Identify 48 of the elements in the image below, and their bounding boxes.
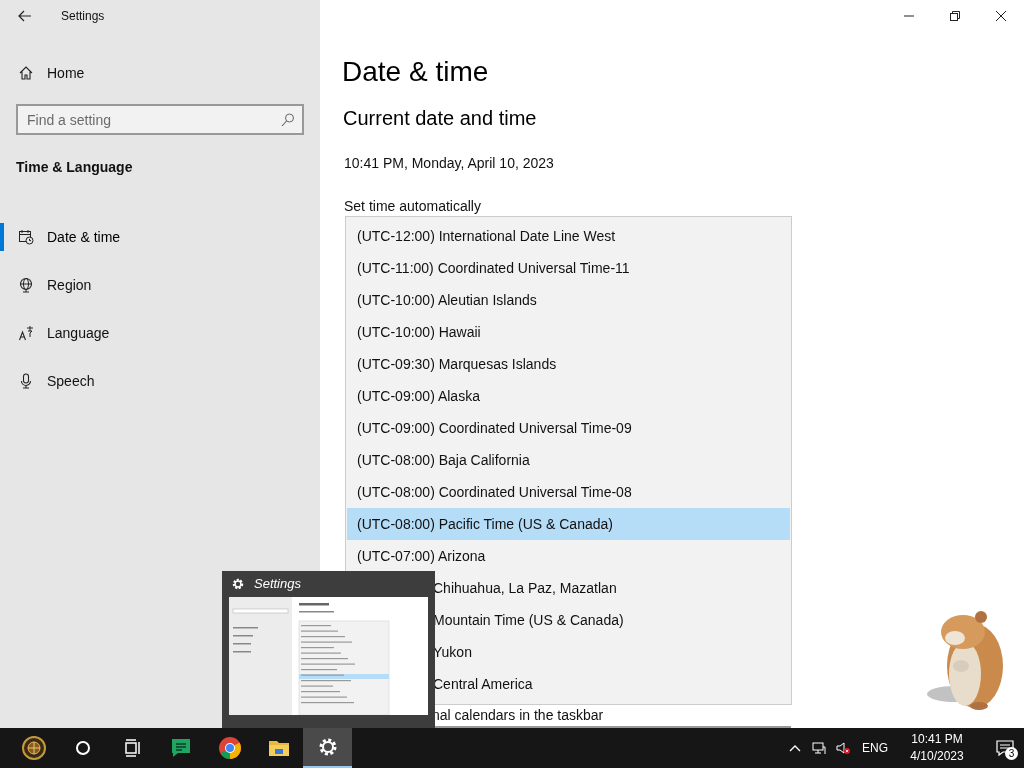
globe-icon (18, 277, 34, 293)
clock-time: 10:41 PM (911, 731, 963, 748)
timezone-option[interactable]: (UTC-09:00) Alaska (347, 380, 790, 412)
timezone-option[interactable]: (UTC-08:00) Coordinated Universal Time-08 (347, 476, 790, 508)
notification-icon (996, 739, 1014, 757)
nav-item[interactable]: Speech (0, 357, 320, 405)
notification-button[interactable]: 3 (986, 728, 1024, 768)
taskbar-thumbnail-popup[interactable]: Settings (222, 571, 435, 728)
back-arrow-icon (16, 9, 32, 23)
home-nav-item[interactable]: Home (0, 57, 320, 89)
microphone-icon (18, 373, 34, 389)
section-title: Current date and time (342, 106, 538, 131)
gear-icon (231, 576, 245, 591)
setting-label: Set time automatically (343, 197, 482, 215)
nav-item[interactable]: Region (0, 261, 320, 309)
search-icon (280, 112, 295, 127)
clock-button[interactable]: 10:41 PM 4/10/2023 (900, 728, 974, 768)
timezone-option[interactable]: (UTC-11:00) Coordinated Universal Time-11 (347, 252, 790, 284)
timezone-option[interactable]: (UTC-08:00) Baja California (347, 444, 790, 476)
nav-item[interactable]: Date & time (0, 213, 320, 261)
section-heading: Time & Language (15, 158, 134, 177)
timezone-option[interactable]: (UTC-12:00) International Date Line West (347, 220, 790, 252)
browser-icon (217, 736, 242, 760)
timezone-option[interactable]: (UTC-07:00) Arizona (347, 540, 790, 572)
nav-item[interactable]: Language (0, 309, 320, 357)
timezone-option[interactable]: (UTC-08:00) Pacific Time (US & Canada) (347, 508, 790, 540)
timezone-option[interactable]: (UTC-10:00) Aleutian Islands (347, 284, 790, 316)
muted-speaker-icon (836, 741, 850, 755)
timezone-option[interactable]: (UTC-09:00) Coordinated Universal Time-09 (347, 412, 790, 444)
calendar-clock-icon (18, 229, 34, 245)
timezone-option[interactable]: (UTC-09:30) Marquesas Islands (347, 348, 790, 380)
maximize-icon (950, 11, 960, 21)
window-title: Settings (61, 8, 105, 25)
language-icon (18, 325, 34, 341)
home-icon (18, 65, 34, 81)
notification-count-badge: 3 (1005, 747, 1018, 760)
close-icon (996, 11, 1006, 21)
search-field[interactable]: Find a setting (16, 104, 304, 135)
page-title: Date & time (342, 55, 489, 89)
network-icon (812, 741, 826, 755)
current-datetime: 10:41 PM, Monday, April 10, 2023 (343, 154, 555, 172)
back-button[interactable] (16, 8, 32, 24)
clock-date: 4/10/2023 (910, 748, 964, 765)
taskbar-button[interactable] (303, 728, 352, 768)
timezone-option[interactable]: (UTC-10:00) Hawaii (347, 316, 790, 348)
thumbnail-title: Settings (254, 574, 301, 593)
language-button[interactable]: ENG (860, 728, 890, 768)
start-emblem-icon (21, 736, 46, 760)
